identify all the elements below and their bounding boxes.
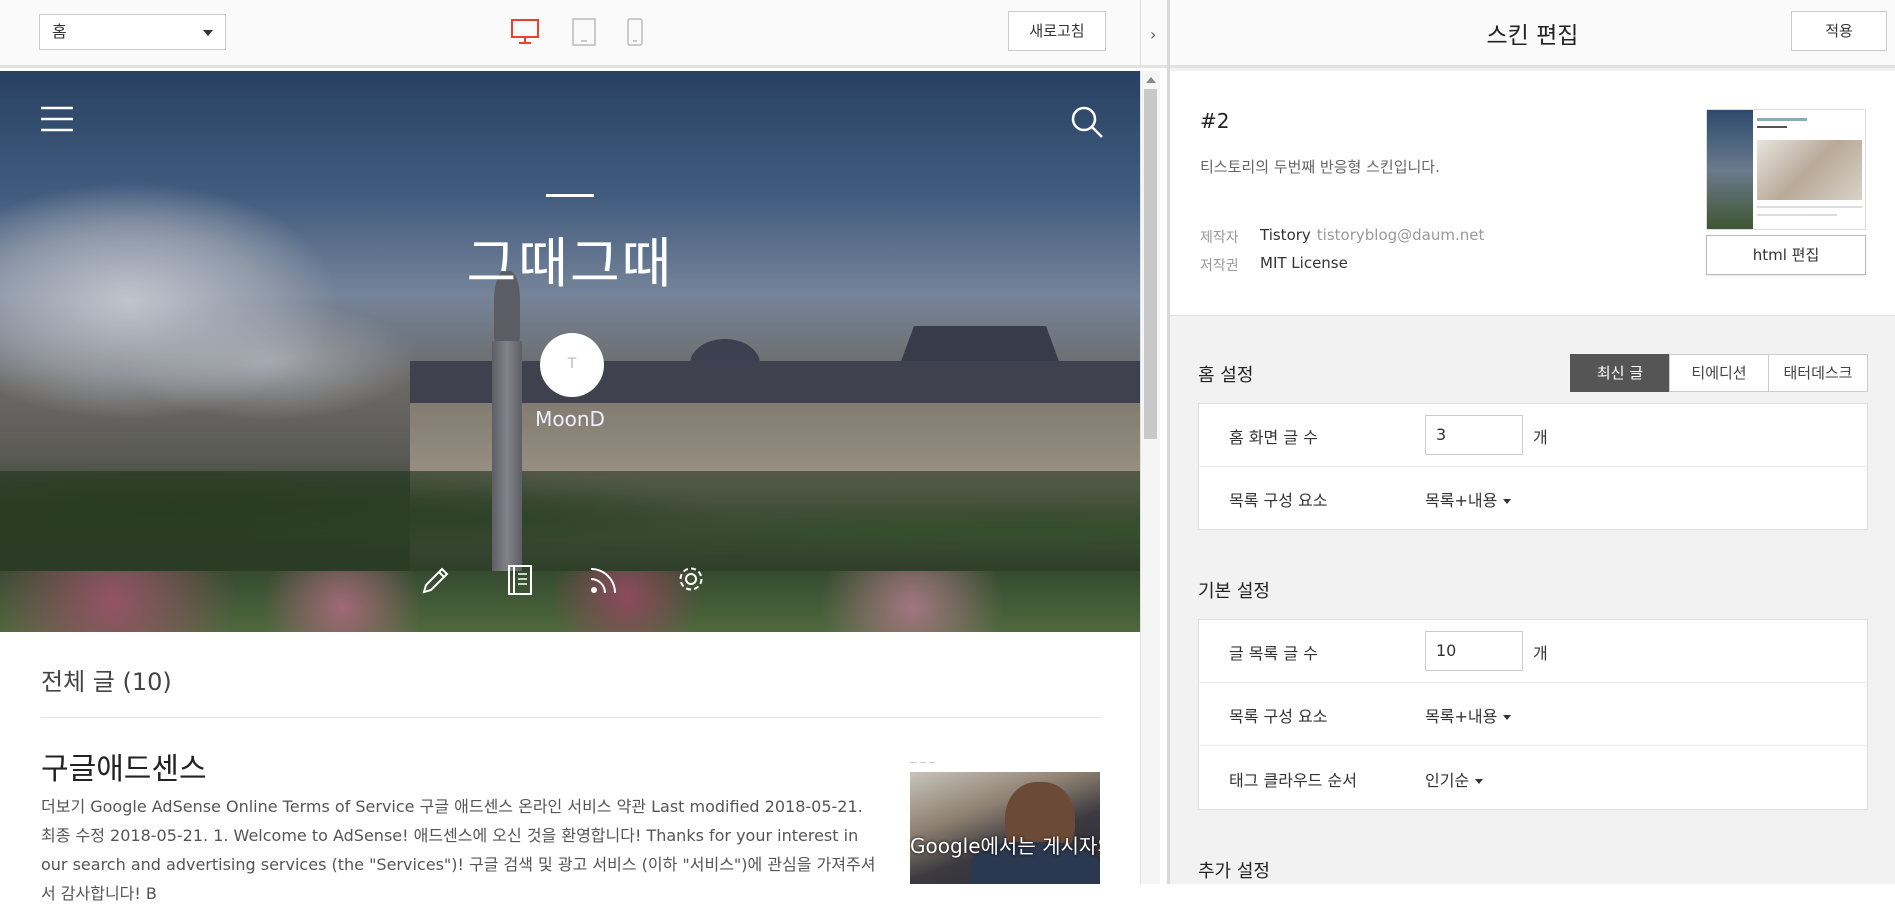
select-value: 목록+내용 bbox=[1425, 491, 1498, 510]
tablet-icon bbox=[572, 18, 596, 46]
preview-scrollbar[interactable] bbox=[1140, 71, 1160, 884]
write-icon[interactable] bbox=[420, 564, 452, 600]
thumbnail-header: — — — bbox=[910, 758, 936, 766]
tab-latest-posts[interactable]: 최신 글 bbox=[1570, 354, 1670, 392]
settings-icon[interactable] bbox=[676, 564, 706, 598]
scroll-up-icon[interactable] bbox=[1146, 77, 1156, 83]
caret-down-icon bbox=[1503, 715, 1512, 720]
desktop-icon bbox=[511, 19, 539, 44]
post-thumbnail[interactable]: Google에서는 게시자의 콘텐츠를 소중하게 bbox=[910, 772, 1100, 884]
post-list: 전체 글 (10) 구글애드센스 더보기 Google AdSense Onli… bbox=[0, 632, 1140, 903]
select-value: 인기순 bbox=[1425, 771, 1470, 790]
apply-button[interactable]: 적용 bbox=[1791, 11, 1887, 51]
preview-toolbar: 홈 새로고침 bbox=[0, 0, 1140, 68]
chevron-right-icon: › bbox=[1150, 25, 1157, 44]
tab-t-edition[interactable]: 티에디션 bbox=[1669, 354, 1769, 392]
author-value: Tistory tistoryblog@daum.net bbox=[1260, 226, 1484, 244]
list-post-count-input[interactable]: 10 bbox=[1425, 631, 1523, 671]
settings-row: 목록 구성 요소 목록+내용 bbox=[1199, 683, 1867, 746]
panel-title: 스킨 편집 bbox=[1486, 23, 1579, 49]
settings-row: 목록 구성 요소 목록+내용 bbox=[1199, 467, 1867, 530]
unit-label: 개 bbox=[1533, 428, 1548, 447]
menu-icon[interactable] bbox=[40, 105, 74, 137]
author-label: 제작자 bbox=[1200, 230, 1239, 246]
home-post-count-label: 홈 화면 글 수 bbox=[1229, 428, 1318, 447]
license-label: 저작권 bbox=[1200, 258, 1239, 274]
list-elements-label: 목록 구성 요소 bbox=[1229, 707, 1328, 726]
title-dash bbox=[546, 194, 594, 197]
thumbnail-text: Google에서는 게시자의 콘텐츠를 소중하게 bbox=[910, 834, 1100, 858]
skin-info-card: #2 티스토리의 두번째 반응형 스킨입니다. 제작자 Tistory tisto… bbox=[1170, 71, 1895, 316]
basic-settings-title: 기본 설정 bbox=[1198, 581, 1270, 602]
skin-name: #2 bbox=[1200, 109, 1230, 133]
settings-row: 태그 클라우드 순서 인기순 bbox=[1199, 747, 1867, 810]
panel-header: 스킨 편집 적용 bbox=[1170, 0, 1895, 68]
scrollbar-thumb[interactable] bbox=[1144, 89, 1157, 439]
author-email: tistoryblog@daum.net bbox=[1316, 226, 1485, 244]
home-settings-title: 홈 설정 bbox=[1198, 365, 1254, 386]
page-select[interactable]: 홈 bbox=[39, 14, 226, 50]
page-select-value: 홈 bbox=[52, 22, 67, 41]
post-title[interactable]: 구글애드센스 bbox=[41, 744, 207, 788]
settings-row: 글 목록 글 수 10 개 bbox=[1199, 620, 1867, 683]
tab-tatter-desk[interactable]: 태터데스크 bbox=[1768, 354, 1868, 392]
skin-edit-panel: 스킨 편집 적용 #2 티스토리의 두번째 반응형 스킨입니다. 제작자 Tis… bbox=[1170, 0, 1895, 884]
skin-preview-image bbox=[1706, 109, 1866, 230]
mobile-view-button[interactable] bbox=[627, 18, 643, 50]
avatar[interactable]: T bbox=[540, 333, 604, 397]
tag-cloud-order-label: 태그 클라우드 순서 bbox=[1229, 771, 1357, 790]
home-post-count-input[interactable]: 3 bbox=[1425, 415, 1523, 455]
rss-icon[interactable] bbox=[588, 564, 620, 600]
settings-row: 홈 화면 글 수 3 개 bbox=[1199, 404, 1867, 467]
home-list-elements-select[interactable]: 목록+내용 bbox=[1425, 487, 1512, 511]
skin-description: 티스토리의 두번째 반응형 스킨입니다. bbox=[1200, 158, 1440, 176]
caret-down-icon bbox=[1503, 499, 1512, 504]
avatar-initial: T bbox=[567, 356, 577, 372]
tablet-view-button[interactable] bbox=[572, 18, 596, 50]
blog-hero: 그때그때 T MoonD bbox=[0, 71, 1140, 632]
list-elements-select[interactable]: 목록+내용 bbox=[1425, 703, 1512, 727]
caret-down-icon bbox=[1475, 779, 1484, 784]
unit-label: 개 bbox=[1533, 644, 1548, 663]
mobile-icon bbox=[627, 18, 643, 46]
desktop-view-button[interactable] bbox=[510, 18, 540, 50]
preview-pane: 홈 새로고침 그때그때 T MoonD 전체 글 (10) 구글애드센스 더보기… bbox=[0, 0, 1160, 903]
home-list-elements-label: 목록 구성 요소 bbox=[1229, 491, 1328, 510]
author-name: Tistory bbox=[1260, 226, 1311, 244]
list-title: 전체 글 (10) bbox=[41, 668, 172, 696]
license-value: MIT License bbox=[1260, 254, 1348, 272]
basic-settings-box: 글 목록 글 수 10 개 목록 구성 요소 목록+내용 태그 클라우드 순서 … bbox=[1198, 619, 1868, 810]
blog-title[interactable]: 그때그때 bbox=[0, 219, 1140, 298]
select-value: 목록+내용 bbox=[1425, 707, 1498, 726]
guestbook-icon[interactable] bbox=[506, 564, 534, 600]
refresh-button[interactable]: 새로고침 bbox=[1008, 11, 1106, 51]
tag-cloud-order-select[interactable]: 인기순 bbox=[1425, 767, 1484, 791]
search-icon[interactable] bbox=[1070, 105, 1104, 143]
list-post-count-label: 글 목록 글 수 bbox=[1229, 644, 1318, 663]
html-edit-button[interactable]: html 편집 bbox=[1706, 235, 1866, 275]
post-excerpt[interactable]: 더보기 Google AdSense Online Terms of Servi… bbox=[41, 792, 876, 908]
profile-name: MoonD bbox=[535, 407, 605, 431]
divider bbox=[41, 717, 1100, 718]
home-settings-box: 홈 화면 글 수 3 개 목록 구성 요소 목록+내용 bbox=[1198, 403, 1868, 530]
chevron-down-icon bbox=[203, 30, 213, 36]
extra-settings-title: 추가 설정 bbox=[1198, 861, 1270, 882]
collapse-panel-button[interactable]: › bbox=[1140, 0, 1170, 68]
